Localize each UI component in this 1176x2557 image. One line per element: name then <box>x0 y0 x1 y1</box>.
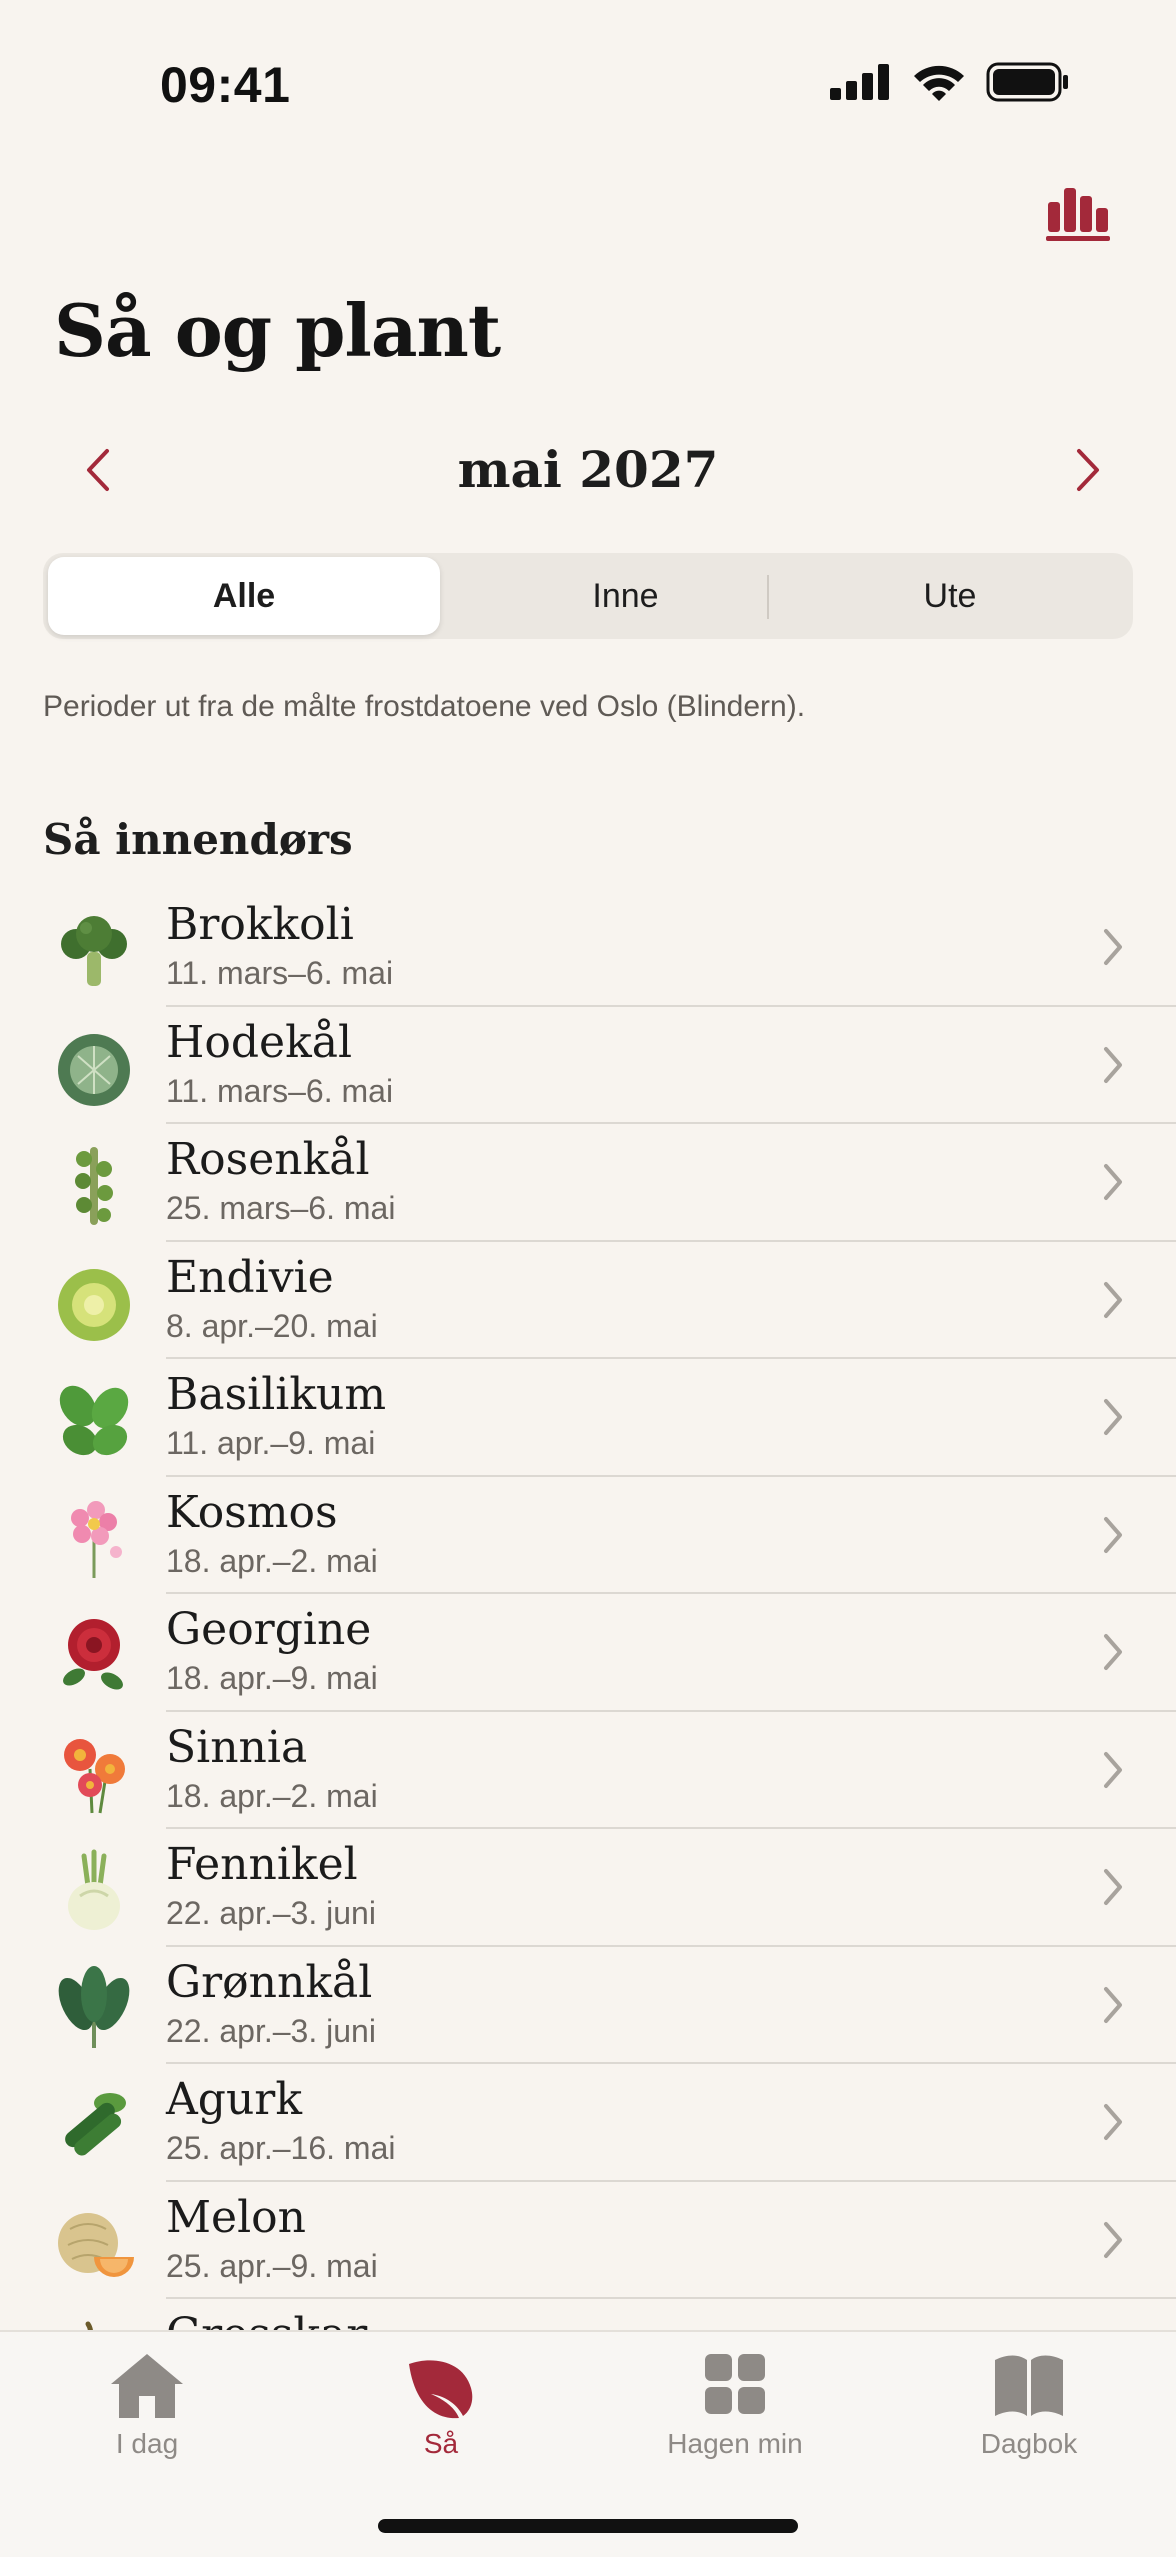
plant-name: Fennikel <box>166 1839 358 1890</box>
list-item[interactable]: Georgine 18. apr.–9. mai <box>0 1594 1176 1712</box>
tab-label: Hagen min <box>667 2428 803 2459</box>
sowing-period: 11. apr.–9. mai <box>166 1425 376 1461</box>
list-item[interactable]: Rosenkål 25. mars–6. mai <box>0 1124 1176 1242</box>
sowing-period: 11. mars–6. mai <box>166 1072 394 1109</box>
month-label: mai 2027 <box>457 440 719 499</box>
segment-inne[interactable]: Inne <box>443 557 808 635</box>
battery-icon <box>986 62 1068 102</box>
sowing-period: 18. apr.–2. mai <box>166 1542 378 1579</box>
segment-ute[interactable]: Ute <box>769 557 1131 635</box>
page-title: Så og plant <box>54 288 501 373</box>
grid-icon <box>705 2354 765 2414</box>
sowing-period: 25. mars–6. mai <box>166 1190 396 1226</box>
segment-alle[interactable]: Alle <box>48 557 440 635</box>
list-item[interactable]: Sinnia 18. apr.–2. mai <box>0 1712 1176 1829</box>
plant-name: Grønnkål <box>166 1956 373 2008</box>
home-indicator <box>378 2519 798 2533</box>
list-item[interactable]: Hodekål 11. mars–6. mai <box>0 1007 1176 1124</box>
wifi-icon <box>914 65 964 101</box>
plant-name: Kosmos <box>166 1486 338 1538</box>
cosmos-flower-icon <box>71 1500 122 1578</box>
plant-name: Agurk <box>166 2074 302 2125</box>
melon-icon <box>58 2212 134 2277</box>
fennel-icon <box>68 1849 120 1930</box>
kale-icon <box>58 1965 130 2048</box>
chevron-right-icon <box>1104 1399 1122 1435</box>
broccoli-icon <box>61 916 127 986</box>
home-icon <box>111 2354 183 2418</box>
status-bar: 09:41 <box>0 0 1176 150</box>
status-icons <box>830 62 1070 102</box>
sowing-period: 8. apr.–20. mai <box>166 1307 378 1344</box>
next-month-button[interactable] <box>1058 440 1118 500</box>
plant-name: Hodekål <box>166 1016 353 1068</box>
list-item[interactable]: Endivie 8. apr.–20. mai <box>0 1242 1176 1359</box>
plant-list: Brokkoli 11. mars–6. mai Hodekål 11. mar… <box>0 889 1176 2417</box>
cucumber-icon <box>65 2093 126 2156</box>
plant-name: Basilikum <box>166 1369 387 1420</box>
bar-chart-icon <box>1046 188 1110 241</box>
tab-i-dag[interactable]: I dag <box>0 2350 294 2480</box>
chevron-right-icon <box>1104 1281 1122 1318</box>
cabbage-icon <box>58 1033 130 1106</box>
list-item[interactable]: Grønnkål 22. apr.–3. juni <box>0 1947 1176 2064</box>
sowing-period: 18. apr.–9. mai <box>166 1660 378 1696</box>
dahlia-icon <box>63 1619 123 1690</box>
frost-info-text: Perioder ut fra de målte frostdatoene ve… <box>43 690 806 723</box>
list-item[interactable]: Brokkoli 11. mars–6. mai <box>0 889 1176 1007</box>
chevron-right-icon <box>1104 1164 1122 1200</box>
list-item[interactable]: Basilikum 11. apr.–9. mai <box>0 1359 1176 1477</box>
sowing-period: 22. apr.–3. juni <box>166 1895 376 1931</box>
list-item[interactable]: Melon 25. apr.–9. mai <box>0 2182 1176 2299</box>
plant-name: Georgine <box>166 1604 372 1655</box>
tab-dagbok[interactable]: Dagbok <box>882 2350 1176 2480</box>
tab-hagen-min[interactable]: Hagen min <box>588 2350 882 2480</box>
sowing-period: 25. apr.–16. mai <box>166 2130 396 2166</box>
leaf-icon <box>409 2360 473 2419</box>
cellular-signal-icon <box>830 64 889 100</box>
segmented-control: Alle Inne Ute <box>43 553 1133 639</box>
list-item[interactable]: Kosmos 18. apr.–2. mai <box>0 1477 1176 1594</box>
endive-icon <box>58 1268 130 1341</box>
chevron-right-icon <box>1104 1751 1122 1788</box>
sowing-period: 11. mars–6. mai <box>166 955 394 991</box>
chevron-right-icon <box>1104 1046 1122 1083</box>
tab-sa[interactable]: Så <box>294 2350 588 2480</box>
chevron-right-icon <box>1104 929 1122 965</box>
chevron-right-icon <box>1104 1869 1122 1905</box>
brussels-sprouts-icon <box>75 1147 113 1225</box>
plant-name: Rosenkål <box>166 1134 370 1185</box>
tab-label: Dagbok <box>980 2428 1078 2459</box>
month-navigator: mai 2027 <box>0 430 1176 510</box>
chevron-right-icon <box>1077 449 1099 491</box>
zinnia-icon <box>64 1738 125 1813</box>
sowing-period: 18. apr.–2. mai <box>166 1777 378 1814</box>
chevron-right-icon <box>1104 2104 1122 2140</box>
list-item[interactable]: Fennikel 22. apr.–3. juni <box>0 1829 1176 1947</box>
plant-name: Sinnia <box>166 1721 308 1773</box>
list-item[interactable]: Agurk 25. apr.–16. mai <box>0 2064 1176 2182</box>
chevron-right-icon <box>1104 1516 1122 1553</box>
chart-button[interactable] <box>1044 180 1114 244</box>
plant-name: Melon <box>166 2191 306 2243</box>
plant-name: Endivie <box>166 1251 334 1303</box>
book-icon <box>995 2355 1063 2416</box>
chevron-right-icon <box>1104 1986 1122 2023</box>
tab-label: I dag <box>115 2428 179 2459</box>
basil-icon <box>59 1385 129 1456</box>
status-time: 09:41 <box>160 57 291 113</box>
chevron-right-icon <box>1104 2221 1122 2258</box>
tab-label: Så <box>423 2428 459 2459</box>
section-heading: Så innendørs <box>43 815 353 864</box>
chevron-right-icon <box>1104 1634 1122 1670</box>
plant-name: Brokkoli <box>166 899 354 950</box>
sowing-period: 22. apr.–3. juni <box>166 2012 376 2049</box>
sowing-period: 25. apr.–9. mai <box>166 2247 378 2284</box>
